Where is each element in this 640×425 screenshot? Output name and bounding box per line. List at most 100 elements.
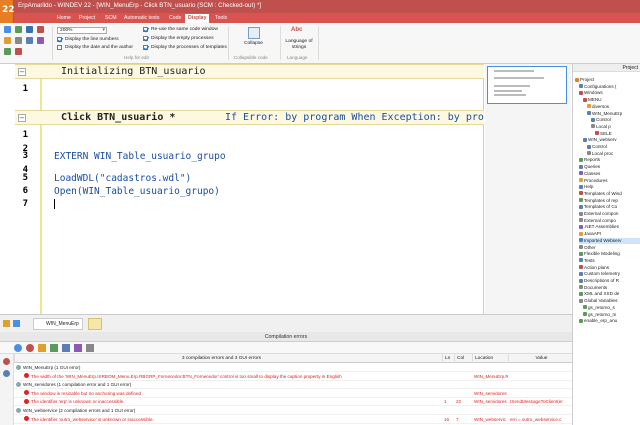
error-icon[interactable] [3,358,10,365]
project-tree-label: Project [580,77,595,82]
open-icon[interactable] [15,26,22,33]
info-filter-icon[interactable] [50,344,58,352]
column-location[interactable]: Location [472,354,508,363]
error-row[interactable]: The identifier 'outro_webservice' is unk… [14,416,572,424]
checkbox-icon[interactable] [57,37,62,42]
project-tree-item[interactable]: Other [579,245,640,251]
project-tree-item[interactable]: diversos [587,104,640,110]
project-tree-item[interactable]: Documents [579,285,640,291]
run-icon[interactable] [4,48,11,55]
project-tree-item[interactable]: WIN_webserv [583,137,640,143]
collapse-minus-icon[interactable]: − [18,114,26,122]
column-col[interactable]: Col [454,354,466,363]
project-tree-item[interactable]: enable_erp_anu [579,318,640,324]
error-handling-hint[interactable]: If Error: by program When Exception: by … [225,111,484,124]
project-tree-item[interactable]: Procedures [579,178,640,184]
project-tree-item[interactable]: External compo [579,218,640,224]
undo-icon[interactable] [4,37,11,44]
refresh-icon[interactable] [74,344,82,352]
app-logo[interactable]: 22 [0,0,15,24]
find-icon[interactable] [37,37,44,44]
collapse-icon[interactable] [248,27,260,39]
project-tree-item[interactable]: Queries [579,164,640,170]
options-icon[interactable] [86,344,94,352]
project-tree-item[interactable]: Flexible Modeling [579,251,640,257]
project-tree-item[interactable]: Control [591,117,640,123]
error-group-row[interactable]: WIN_webservice (2 compilation errors and… [14,407,572,415]
tab-project[interactable]: Project [76,14,98,23]
project-tree-item[interactable]: Project [575,77,640,83]
checkbox-icon[interactable] [143,27,148,32]
project-tree-item[interactable]: Templates of Co [579,204,640,210]
tab-tools[interactable]: Tools [212,14,230,23]
zoom-select[interactable]: 200% ▾ [57,27,107,34]
project-tree-item[interactable]: Custom telemetry [579,271,640,277]
search-icon[interactable] [14,344,22,352]
navigate-icon[interactable] [3,370,10,377]
collapse-button[interactable]: Collapse [244,41,263,46]
error-row[interactable]: The identifier 'erp' is unknown or inacc… [14,398,572,407]
project-tree-item[interactable]: gs_retorno_s [583,305,640,311]
tab-scm[interactable]: SCM [102,14,120,23]
save-icon[interactable] [26,26,33,33]
error-group-row[interactable]: WIN_MenuErp (1 GUI error) [14,364,572,372]
project-tree-item[interactable]: XML and XSD de [579,291,640,297]
section-header-init[interactable]: − Initializing BTN_usuario [15,64,484,79]
project-tree-item[interactable]: MENU [583,97,640,103]
section-header-click[interactable]: − Click BTN_usuario * If Error: by progr… [15,110,484,125]
project-tree-item[interactable]: Control [587,144,640,150]
new-icon[interactable] [4,26,11,33]
project-tree-item[interactable]: Help [579,184,640,190]
project-tree-item[interactable]: JavaAPI [579,231,640,237]
tab-display[interactable]: Display [185,14,210,23]
project-tree-item[interactable]: gs_retorno_m [583,312,640,318]
redo-icon[interactable] [15,37,22,44]
minimap-viewport[interactable] [487,66,567,104]
code-line[interactable]: LoadWDL("cadastros.wdl") [54,173,191,184]
tab-home[interactable]: Home [54,14,74,23]
arrows-icon[interactable] [13,320,20,327]
project-tree-item[interactable]: SELE [595,131,640,137]
error-row[interactable]: The width of the 'WIN_MenuErp.ISRBOM_Men… [14,373,572,381]
gui-filter-icon[interactable] [62,344,70,352]
project-tree-item[interactable]: Local proc [587,151,640,157]
column-value[interactable]: Value [508,354,572,363]
collapse-minus-icon[interactable]: − [18,68,26,76]
stop-icon[interactable] [15,48,22,55]
project-tree-item[interactable]: Configurations ( [579,84,640,90]
pin-icon[interactable] [3,320,10,327]
tab-win-menuerp[interactable]: WIN_MenuErp [33,318,83,330]
project-tree-item[interactable]: .NET Assemblies [579,224,640,230]
error-filter-icon[interactable] [26,344,34,352]
checkbox-icon[interactable] [57,45,62,50]
tab-code[interactable]: Code [166,14,184,23]
project-tree-item[interactable]: Reports [579,157,640,163]
error-group-row[interactable]: WIN_servidores (1 compilation error and … [14,381,572,390]
column-ln[interactable]: Ln [442,354,454,363]
warning-filter-icon[interactable] [38,344,46,352]
project-tree-item[interactable]: WIN_MenuErp [587,111,640,117]
language-icon[interactable]: Abc [291,27,302,33]
close-icon[interactable] [37,26,44,33]
code-line[interactable]: Open(WIN_Table_usuario_grupo) [54,186,220,197]
project-tree-item[interactable]: Classes [579,171,640,177]
project-tree-item[interactable]: Templates of Wind [579,191,640,197]
project-tree-item[interactable]: Descriptions of R [579,278,640,284]
error-row[interactable]: The window is resizable but no anchoring… [14,390,572,398]
project-tree-item[interactable]: External compon [579,211,640,217]
project-tree-item[interactable]: Windows [579,90,640,96]
checkbox-icon[interactable] [143,36,148,41]
print-icon[interactable] [26,37,33,44]
project-tree-item[interactable]: Global Variables [579,298,640,304]
project-tree-item[interactable]: Action plans [579,265,640,271]
project-tree-item[interactable]: Templates of rep [579,198,640,204]
project-tree-item[interactable]: Tests [579,258,640,264]
code-editor[interactable]: − Initializing BTN_usuario 1 − Click BTN… [0,64,484,314]
language-button[interactable]: Language of strings [284,39,314,50]
project-tree-item[interactable]: Imported Webserv [579,237,640,244]
project-tree-item[interactable]: Local p [591,124,640,130]
checkbox-icon[interactable] [143,45,148,50]
code-line[interactable]: EXTERN WIN_Table_usuario_grupo [54,151,226,162]
tab-code-active[interactable] [88,318,102,330]
tab-automatic-tests[interactable]: Automatic tests [121,14,162,23]
